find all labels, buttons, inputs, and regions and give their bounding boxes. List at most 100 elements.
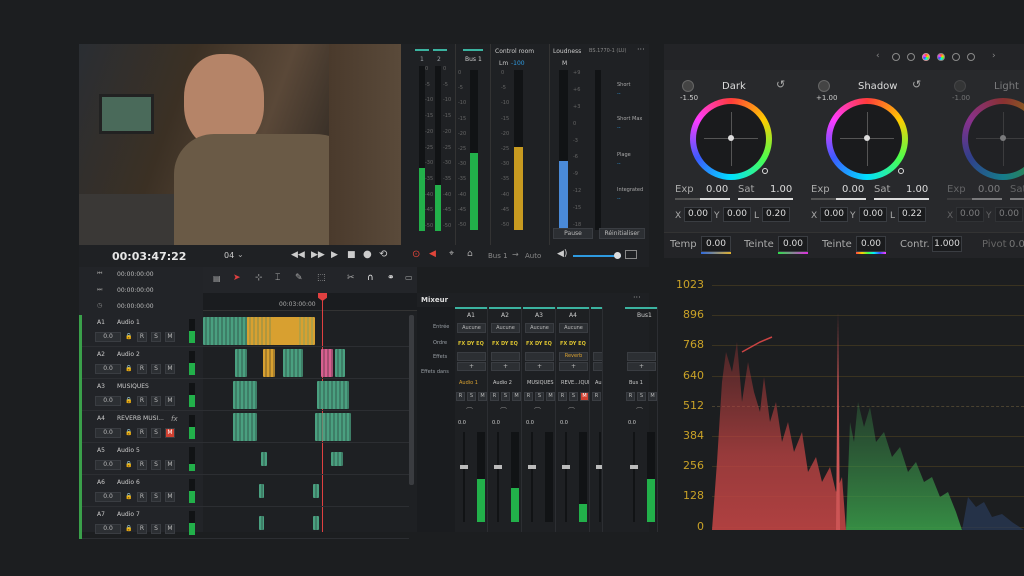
solo-button[interactable]: S [151, 460, 161, 470]
track-volume[interactable]: 0.0 [95, 332, 121, 342]
pan-icon[interactable]: ⌒ [466, 406, 473, 416]
timeline-scrollbar[interactable] [409, 315, 414, 485]
track-name[interactable]: MUSIQUES [117, 383, 149, 390]
record-arm-button[interactable]: R [137, 364, 147, 374]
mixer-more-icon[interactable]: ··· [633, 293, 641, 302]
track-volume[interactable]: 0.0 [95, 492, 121, 502]
track-volume[interactable]: 0.0 [95, 396, 121, 406]
track-header-a6[interactable]: A6 Audio 6 0.0 🔒 R S M [79, 475, 203, 507]
chevron-down-icon[interactable]: ⌄ [237, 250, 244, 259]
wheel-mode-icon[interactable] [954, 80, 966, 92]
strip-name[interactable]: Au [595, 380, 602, 386]
track-name[interactable]: Audio 6 [117, 479, 140, 486]
strip-fader-knob[interactable] [494, 465, 502, 469]
fast-forward-icon[interactable]: ▶▶ [311, 250, 325, 260]
input-select[interactable]: Aucune [559, 323, 588, 333]
mute-button[interactable]: M [165, 332, 175, 342]
input-select[interactable]: Aucune [457, 323, 486, 333]
track-header-a1[interactable]: A1 Audio 1 0.0 🔒 R S M [79, 315, 203, 347]
pointer-icon[interactable]: ➤ [233, 273, 241, 283]
add-effect-button[interactable]: + [559, 362, 588, 371]
effects-slot[interactable] [525, 352, 554, 361]
exp-slider[interactable] [811, 198, 866, 200]
wheel-side-knob[interactable] [898, 168, 904, 174]
track-name[interactable]: Audio 5 [117, 447, 140, 454]
monitor-icon[interactable] [625, 250, 637, 259]
temp-field[interactable]: 0.00 [701, 236, 731, 252]
track-lane[interactable] [203, 379, 409, 411]
mute-button[interactable]: M [165, 492, 175, 502]
page-dot-1[interactable] [892, 53, 900, 61]
wheel-center-dot[interactable] [728, 135, 734, 141]
teinte-field-2[interactable]: 0.00 [856, 236, 886, 252]
sat-slider[interactable] [738, 198, 793, 200]
audio-clip[interactable] [331, 452, 343, 466]
y-field[interactable]: 0.00 [859, 207, 887, 222]
track-lane[interactable] [203, 443, 409, 475]
add-effect-button[interactable]: + [627, 362, 656, 371]
track-header-a5[interactable]: A5 Audio 5 0.0 🔒 R S M [79, 443, 203, 475]
audio-clip[interactable] [273, 317, 315, 345]
y-field[interactable]: 0.00 [723, 207, 751, 222]
audio-clip[interactable] [233, 381, 257, 409]
strip-fader-knob[interactable] [630, 465, 638, 469]
pivot-value[interactable]: 0.0 [1009, 239, 1024, 250]
effects-slot[interactable] [593, 352, 602, 361]
strip-fader-track[interactable] [565, 432, 567, 522]
audio-clip[interactable] [259, 484, 264, 498]
speaker-icon[interactable]: ◀) [557, 249, 567, 259]
solo-button[interactable]: S [151, 524, 161, 534]
lock-icon[interactable]: 🔒 [125, 365, 132, 372]
add-effect-button[interactable]: + [593, 362, 602, 371]
audio-clip[interactable] [261, 452, 267, 466]
exp-value[interactable]: 0.00 [842, 184, 864, 195]
track-lane[interactable] [203, 347, 409, 379]
audio-clip[interactable] [259, 516, 264, 530]
strip-fader-track[interactable] [463, 432, 465, 522]
wheel-side-knob[interactable] [762, 168, 768, 174]
add-effect-button[interactable]: + [457, 362, 486, 371]
solo-button[interactable]: S [151, 396, 161, 406]
track-volume[interactable]: 0.0 [95, 460, 121, 470]
teinte-field-1[interactable]: 0.00 [778, 236, 808, 252]
strip-fader-track[interactable] [633, 432, 635, 522]
sat-value[interactable]: 1.00 [906, 184, 928, 195]
reset-icon[interactable]: ↺ [776, 78, 785, 91]
layout-icon[interactable]: ▤ [213, 274, 221, 283]
effects-slot[interactable] [491, 352, 520, 361]
play-icon[interactable]: ▶ [331, 250, 338, 260]
strip-fader-track[interactable] [599, 432, 601, 522]
record-arm-button[interactable]: R [137, 332, 147, 342]
lock-icon[interactable]: 🔒 [125, 461, 132, 468]
rewind-icon[interactable]: ◀◀ [291, 250, 305, 260]
track-name[interactable]: REVERB MUSI... [117, 415, 164, 422]
track-volume[interactable]: 0.0 [95, 364, 121, 374]
x-field[interactable]: 0.00 [684, 207, 712, 222]
add-effect-button[interactable]: + [491, 362, 520, 371]
strip-record-button[interactable]: R [592, 392, 601, 401]
mute-button[interactable]: M [165, 396, 175, 406]
strip-name[interactable]: REVE...IQUE [561, 380, 589, 386]
zoom-region-icon[interactable]: ⬚ [317, 273, 326, 283]
record-arm-icon[interactable]: ⊙ [412, 249, 420, 260]
sat-value[interactable]: 1.00 [770, 184, 792, 195]
reset-button[interactable]: Réinitialiser [599, 228, 645, 239]
pan-icon[interactable]: ⌒ [636, 406, 643, 416]
strip-name[interactable]: Audio 2 [493, 380, 512, 386]
strip-record-button[interactable]: R [626, 392, 635, 401]
effects-slot[interactable] [457, 352, 486, 361]
color-wheel[interactable] [962, 98, 1024, 180]
strip-record-button[interactable]: R [456, 392, 465, 401]
lock-icon[interactable]: 🔒 [125, 333, 132, 340]
automation-mode[interactable]: Auto [525, 252, 541, 260]
input-select[interactable]: Aucune [525, 323, 554, 333]
track-name[interactable]: Audio 2 [117, 351, 140, 358]
strip-fader-knob[interactable] [562, 465, 570, 469]
audio-clip[interactable] [321, 349, 333, 377]
record-arm-button[interactable]: R [137, 524, 147, 534]
track-lane[interactable] [203, 507, 409, 539]
strip-fader-knob[interactable] [460, 465, 468, 469]
strip-solo-button[interactable]: S [467, 392, 476, 401]
pan-icon[interactable]: ⌒ [500, 406, 507, 416]
loop-icon[interactable]: ⟲ [379, 249, 387, 260]
